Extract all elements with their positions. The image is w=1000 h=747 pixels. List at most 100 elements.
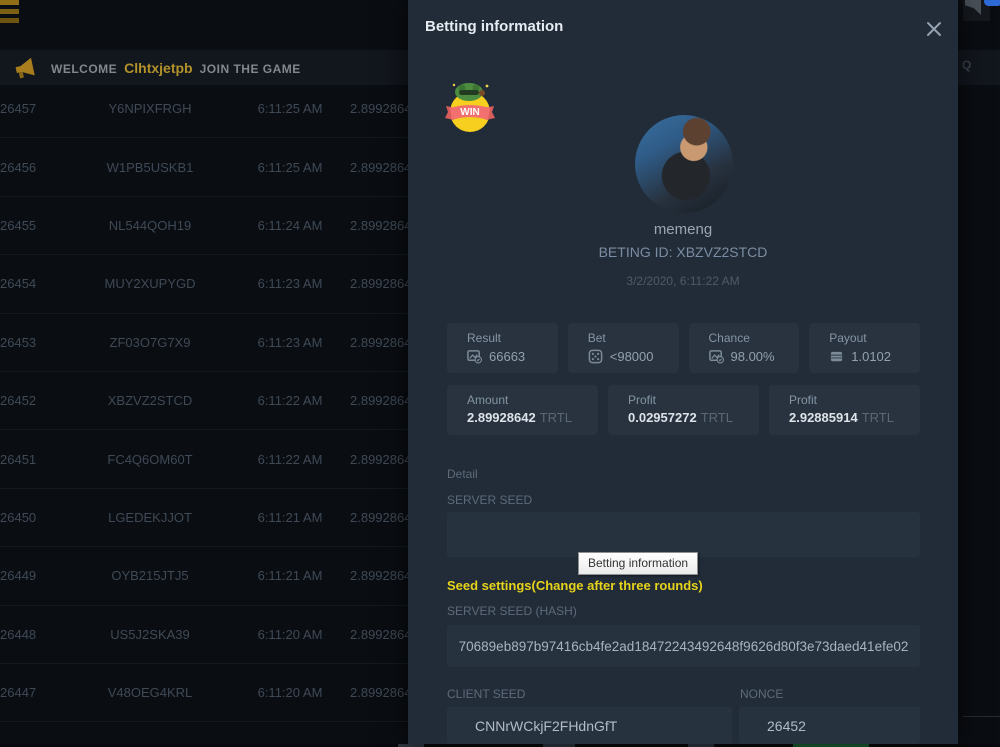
bet-time-cell: 6:11:21 AM [230,510,350,525]
banner-join: JOIN THE GAME [200,62,301,76]
bet-id-cell: 26451 [0,452,70,467]
bet-user-cell: V48OEG4KRL [70,685,230,700]
server-seed-hash-label: SERVER SEED (HASH) [447,604,577,618]
stat-chance: Chance 98.00% [689,323,800,373]
amount-value: 2.89928642 [467,410,536,425]
client-seed-label: CLIENT SEED [447,687,525,701]
hamburger-bar [0,18,19,23]
seed-settings-link[interactable]: Seed settings(Change after three rounds) [447,578,703,593]
bet-user-cell: US5J2SKA39 [70,627,230,642]
nonce-label: NONCE [740,687,783,701]
profit-value: 2.92885914 [789,410,858,425]
banner-welcome: WELCOME [51,62,117,76]
profit-label: Profit [789,393,920,407]
stat-label: Result [467,331,558,345]
amount-box: Amount 2.89928642 TRTL [447,385,598,435]
stat-value: <98000 [610,349,654,364]
betting-id: BETING ID: XBZVZ2STCD [408,244,958,260]
stat-result: Result 66663 [447,323,558,373]
bet-time-cell: 6:11:23 AM [230,276,350,291]
avatar[interactable] [635,115,733,213]
bet-id-cell: 26449 [0,568,70,583]
profit-box: Profit 0.02957272 TRTL [608,385,759,435]
stat-label: Chance [709,331,800,345]
dice-icon [588,349,603,364]
bet-time-cell: 6:11:22 AM [230,452,350,467]
bet-user-cell: Y6NPIXFRGH [70,101,230,116]
app-root: WELCOME Clhtxjetpb JOIN THE GAME Q 26457… [0,0,1000,747]
bet-id-cell: 26457 [0,101,70,116]
banner-username: Clhtxjetpb [124,60,192,76]
bet-user-cell: OYB215JTJ5 [70,568,230,583]
bet-id-cell: 26447 [0,685,70,700]
profit-total-box: Profit 2.92885914 TRTL [769,385,920,435]
notification-badge [984,0,1000,6]
betting-information-modal: Betting information WIN [408,0,958,744]
bet-time-cell: 6:11:24 AM [230,218,350,233]
bet-time-cell: 6:11:20 AM [230,627,350,642]
menu-icon[interactable] [0,0,22,26]
bet-id-cell: 26450 [0,510,70,525]
currency-label: TRTL [540,410,572,425]
bet-time-cell: 6:11:21 AM [230,568,350,583]
bet-user-cell: XBZVZ2STCD [70,393,230,408]
bet-user-cell: LGEDEKJJOT [70,510,230,525]
stat-label: Payout [829,331,920,345]
server-seed-hash-field[interactable]: 70689eb897b97416cb4fe2ad18472243492648f9… [447,625,920,667]
nonce-value: 26452 [767,718,806,734]
hamburger-bar [0,9,19,14]
bet-user-cell: MUY2XUPYGD [70,276,230,291]
bet-timestamp: 3/2/2020, 6:11:22 AM [408,274,958,288]
megaphone-icon [13,55,39,81]
stats-row: Result 66663 Bet [447,323,920,373]
bet-id-cell: 26453 [0,335,70,350]
server-seed-hash-value: 70689eb897b97416cb4fe2ad18472243492648f9… [459,639,909,654]
server-seed-field[interactable] [447,512,920,557]
client-seed-field[interactable]: CNNrWCkjF2FHdnGfT [447,707,732,744]
profit-label: Profit [628,393,759,407]
bet-id-cell: 26455 [0,218,70,233]
amount-label: Amount [467,393,598,407]
currency-label: TRTL [862,410,894,425]
picture-check-icon [467,349,482,364]
bet-time-cell: 6:11:23 AM [230,335,350,350]
modal-title: Betting information [425,18,563,35]
win-frog-badge: WIN [442,80,498,136]
svg-text:WIN: WIN [460,107,479,118]
bet-time-cell: 6:11:20 AM [230,685,350,700]
currency-label: TRTL [701,410,733,425]
client-seed-value: CNNrWCkjF2FHdnGfT [475,718,617,734]
bet-time-cell: 6:11:22 AM [230,393,350,408]
bet-id-cell: 26448 [0,627,70,642]
banner-right-text: Q [962,58,971,72]
stat-label: Bet [588,331,679,345]
bet-id-cell: 26452 [0,393,70,408]
stat-value: 1.0102 [851,349,891,364]
stat-bet: Bet <98000 [568,323,679,373]
user-name: memeng [408,221,958,238]
nonce-field[interactable]: 26452 [739,707,920,744]
bet-user-cell: FC4Q6OM60T [70,452,230,467]
bet-id-cell: 26456 [0,160,70,175]
bet-time-cell: 6:11:25 AM [230,101,350,116]
close-icon[interactable] [922,18,946,42]
chat-icon-fold [965,0,981,15]
bet-user-cell: NL544QOH19 [70,218,230,233]
bet-user-cell: W1PB5USKB1 [70,160,230,175]
hamburger-bar [0,0,19,5]
coins-icon [829,349,844,364]
detail-label: Detail [447,467,478,481]
stat-payout: Payout 1.0102 [809,323,920,373]
banner-text: WELCOME Clhtxjetpb JOIN THE GAME [51,60,301,76]
tooltip: Betting information [578,552,698,575]
stat-value: 66663 [489,349,525,364]
bet-user-cell: ZF03O7G7X9 [70,335,230,350]
picture-check-icon [709,349,724,364]
stat-value: 98.00% [731,349,775,364]
bet-id-cell: 26454 [0,276,70,291]
background-divider [963,716,1000,717]
server-seed-label: SERVER SEED [447,493,532,507]
profit-value: 0.02957272 [628,410,697,425]
amounts-row: Amount 2.89928642 TRTL Profit 0.02957272 T… [447,385,920,435]
bet-time-cell: 6:11:25 AM [230,160,350,175]
